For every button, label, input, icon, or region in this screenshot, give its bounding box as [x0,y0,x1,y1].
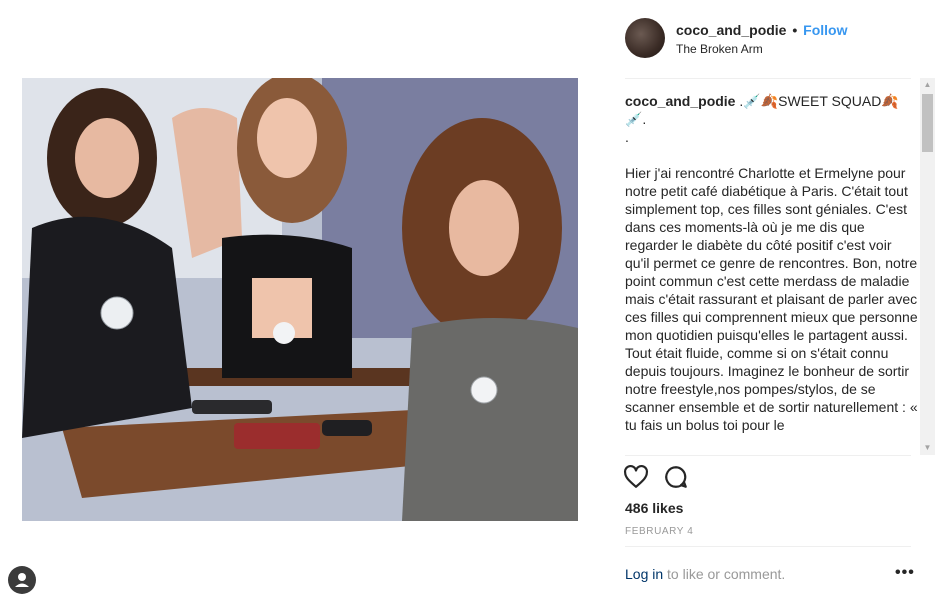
caption-author-link[interactable]: coco_and_podie [625,93,735,109]
username-link[interactable]: coco_and_podie [676,22,786,38]
divider [625,546,911,547]
comments-scrollbar[interactable]: ▲ ▼ [920,78,935,455]
avatar[interactable] [625,18,665,58]
caption-text: .💉🍂SWEET SQUAD🍂 💉. . Hier j'ai rencontré… [625,93,918,433]
action-bar [623,464,703,492]
divider [625,455,911,456]
caption-area: coco_and_podie .💉🍂SWEET SQUAD🍂 💉. . Hier… [625,92,919,454]
location-link[interactable]: The Broken Arm [676,42,763,56]
user-tag-icon[interactable] [8,566,36,594]
follow-button[interactable]: Follow [803,22,847,38]
post-photo-illustration [22,78,578,521]
comment-icon[interactable] [663,464,691,492]
separator-dot: • [792,22,798,38]
post-header: coco_and_podie • Follow The Broken Arm [625,18,915,62]
scroll-up-arrow-icon[interactable]: ▲ [920,78,935,92]
login-link[interactable]: Log in [625,566,663,582]
likes-count[interactable]: 486 likes [625,500,683,516]
login-prompt: Log in to like or comment. [625,566,785,582]
scroll-down-arrow-icon[interactable]: ▼ [920,441,935,455]
scroll-thumb[interactable] [922,94,933,152]
more-options-icon[interactable]: ••• [895,564,915,582]
post-date[interactable]: FEBRUARY 4 [625,526,693,537]
divider [625,78,911,79]
post-sidebar: coco_and_podie • Follow The Broken Arm c… [615,0,935,600]
heart-icon[interactable] [623,464,651,492]
header-username-row: coco_and_podie • Follow [676,22,847,38]
post-photo[interactable] [22,78,578,521]
login-suffix: to like or comment. [663,566,786,582]
